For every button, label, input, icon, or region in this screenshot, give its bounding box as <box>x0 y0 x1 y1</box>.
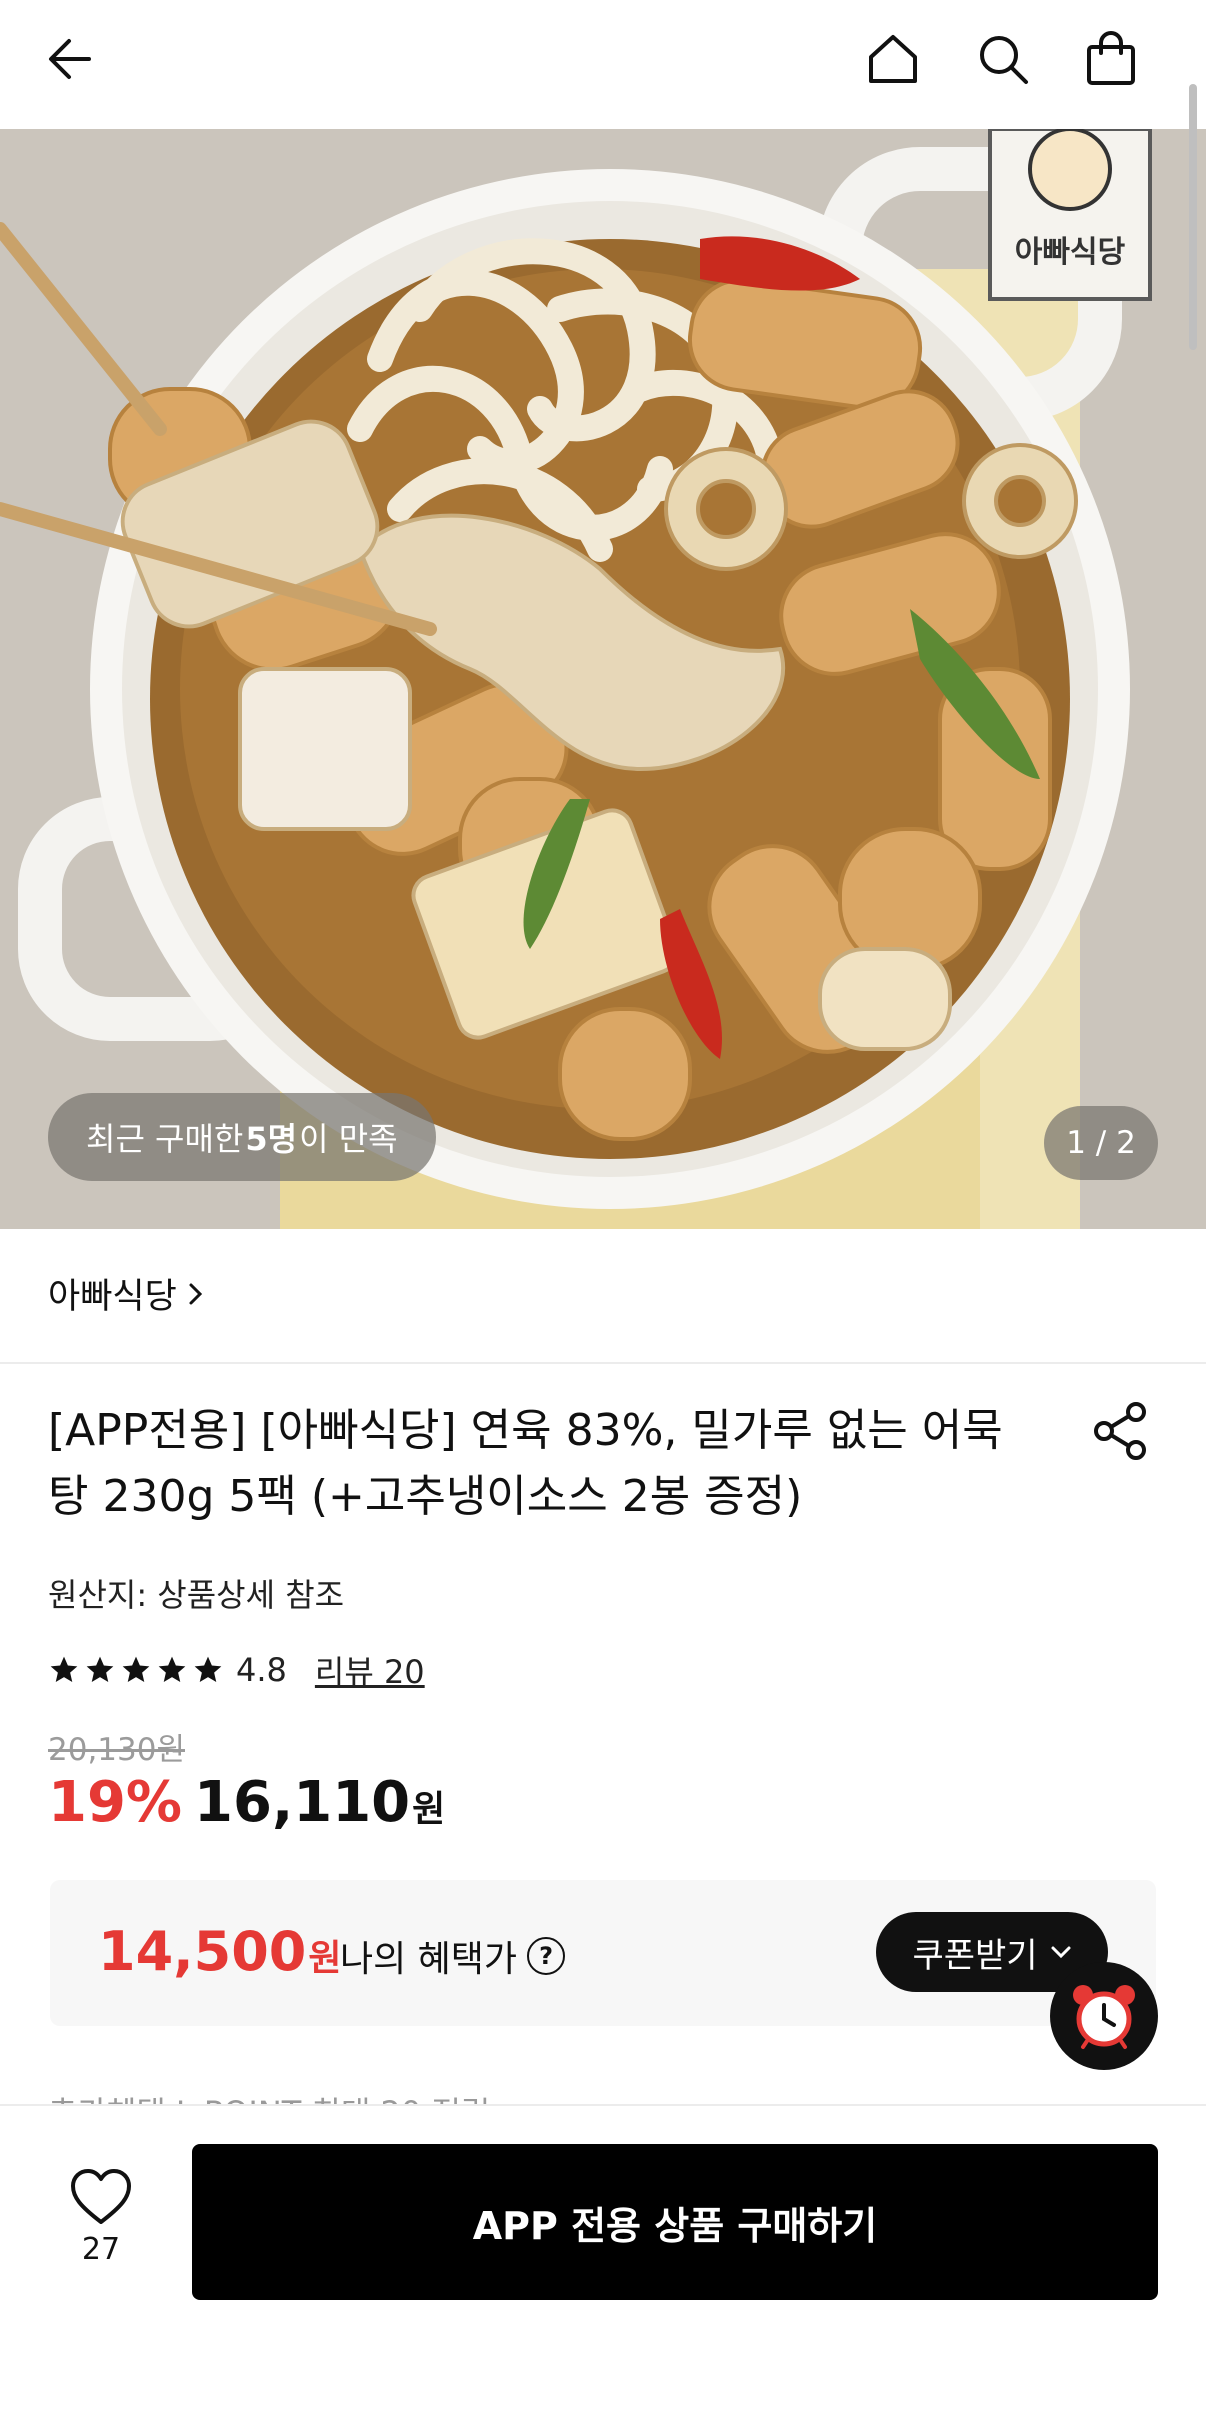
price-row: 19% 16,110 원 <box>48 1770 445 1835</box>
rating-row: 4.8 리뷰 20 <box>48 1648 425 1692</box>
origin-info: 원산지: 상품상세 참조 <box>48 1576 345 1614</box>
section-divider <box>0 1362 1206 1364</box>
help-icon[interactable]: ? <box>527 1937 566 1975</box>
benefit-price-box: 14,500 원 나의 혜택가 ? 쿠폰받기 <box>50 1880 1156 2026</box>
buyers-count: 5명 <box>245 1120 298 1158</box>
svg-text:아빠식당: 아빠식당 <box>1015 235 1126 270</box>
alarm-clock-icon <box>1073 1985 1135 2049</box>
bottom-purchase-bar: 27 APP 전용 상품 구매하기 <box>0 2104 1206 2436</box>
product-image-carousel[interactable]: 아빠식당 최근 구매한 5명 이 만족 1 / 2 <box>0 129 1206 1229</box>
share-icon <box>1094 1402 1146 1460</box>
currency-unit: 원 <box>412 1789 446 1830</box>
coupon-button-label: 쿠폰받기 <box>912 1935 1038 1976</box>
share-button[interactable] <box>1090 1400 1152 1462</box>
buyers-prefix: 최근 구매한 <box>86 1120 244 1158</box>
original-price: 20,130원 <box>48 1732 185 1768</box>
like-count: 27 <box>81 2232 121 2267</box>
rating-score: 4.8 <box>236 1651 287 1689</box>
brand-logo-stamp: 아빠식당 <box>988 129 1152 301</box>
review-link[interactable]: 리뷰 20 <box>315 1647 425 1693</box>
discount-rate: 19% <box>48 1770 183 1835</box>
benefit-currency: 원 <box>308 1938 342 1979</box>
search-button[interactable] <box>966 22 1040 96</box>
benefit-price: 14,500 원 <box>98 1920 342 1983</box>
sale-price: 16,110 <box>194 1770 411 1835</box>
chevron-down-icon <box>1051 1946 1071 1959</box>
star-icon <box>86 1656 114 1682</box>
product-title: [APP전용] [아빠식당] 연육 83%, 밀가루 없는 어묵탕 230g 5… <box>48 1405 1003 1522</box>
alarm-clock-button[interactable] <box>1050 1962 1158 2070</box>
star-icon <box>122 1656 150 1682</box>
star-icon <box>194 1656 222 1682</box>
brand-name: 아빠식당 <box>48 1277 177 1317</box>
buyers-suffix: 이 만족 <box>299 1120 398 1158</box>
benefit-price-value: 14,500 <box>98 1920 307 1983</box>
cart-button[interactable] <box>1074 22 1148 96</box>
recent-buyers-badge: 최근 구매한 5명 이 만족 <box>48 1093 436 1181</box>
home-icon <box>869 35 917 83</box>
like-button[interactable]: 27 <box>60 2168 142 2267</box>
brand-link[interactable]: 아빠식당 <box>48 1268 207 1319</box>
purchase-button[interactable]: APP 전용 상품 구매하기 <box>192 2144 1158 2300</box>
top-navigation-bar <box>0 0 1206 129</box>
back-button[interactable] <box>34 22 108 96</box>
star-icon <box>50 1656 78 1682</box>
page-scrollbar[interactable] <box>1189 84 1197 350</box>
arrow-left-icon <box>49 39 91 79</box>
shopping-bag-icon <box>1087 31 1135 85</box>
home-button[interactable] <box>856 22 930 96</box>
benefit-label-text: 나의 혜택가 <box>340 1939 518 1980</box>
star-icon <box>158 1656 186 1682</box>
product-photo-odeng-soup: 아빠식당 <box>0 129 1206 1229</box>
benefit-label: 나의 혜택가 ? <box>340 1930 566 1982</box>
chevron-right-icon <box>189 1283 202 1304</box>
search-icon <box>980 36 1028 84</box>
star-rating <box>48 1654 224 1686</box>
image-pager-indicator: 1 / 2 <box>1044 1106 1158 1180</box>
heart-icon <box>71 2169 131 2224</box>
